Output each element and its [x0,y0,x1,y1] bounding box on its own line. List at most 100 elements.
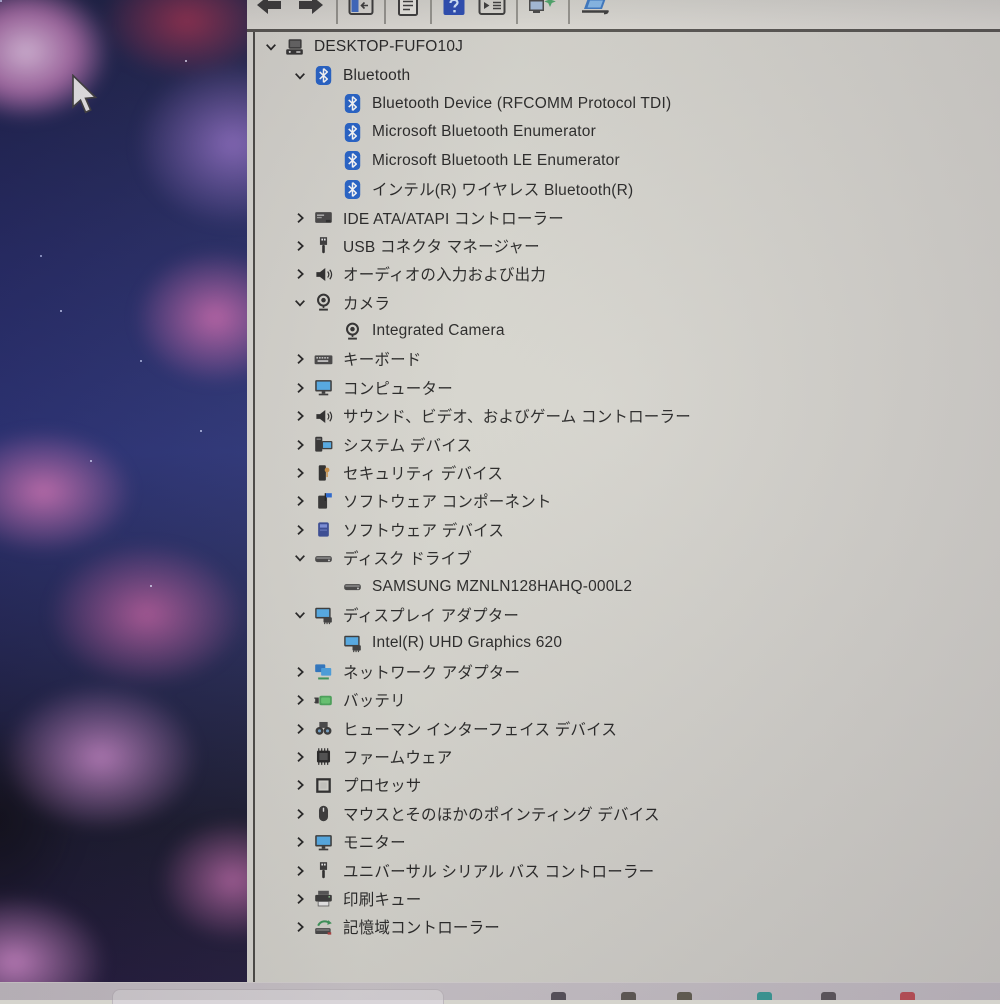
desktop-wallpaper [0,0,247,983]
chevron-down-icon[interactable] [287,551,313,565]
tree-item[interactable]: バッテリ [255,686,1000,714]
tree-item[interactable]: ネットワーク アダプター [255,658,1000,686]
taskbar-app-3[interactable] [677,992,692,1000]
tree-item[interactable]: DESKTOP-FUFO10J [255,33,1000,61]
tree-item-label: ソフトウェア コンポーネント [343,490,552,512]
tree-item[interactable]: Integrated Camera [255,317,1000,345]
monitor-icon [313,833,334,851]
coral-blobs [0,0,247,983]
chevron-right-icon[interactable] [287,409,313,423]
keyboard-icon [313,350,334,368]
chevron-right-icon[interactable] [287,920,313,934]
chevron-right-icon[interactable] [287,807,313,821]
tree-item[interactable]: 印刷キュー [255,885,1000,913]
tree-item[interactable]: ディスプレイ アダプター [255,601,1000,629]
chevron-down-icon[interactable] [287,296,313,310]
tree-item[interactable]: ソフトウェア デバイス [255,516,1000,544]
tree-item[interactable]: 記憶域コントローラー [255,913,1000,941]
tree-item[interactable]: IDE ATA/ATAPI コントローラー [255,203,1000,231]
tree-item[interactable]: Bluetooth [255,61,1000,89]
show-hide-console-tree-button[interactable] [342,0,380,20]
back-button[interactable] [248,0,290,20]
tree-item[interactable]: セキュリティ デバイス [255,459,1000,487]
tree-item[interactable]: カメラ [255,289,1000,317]
taskbar-app-5[interactable] [821,992,836,1000]
chevron-right-icon[interactable] [287,665,313,679]
screen: DESKTOP-FUFO10J Bluetooth Bluetooth Device… [0,0,1000,1000]
tree-item[interactable]: ヒューマン インターフェイス デバイス [255,714,1000,742]
chevron-right-icon[interactable] [287,778,313,792]
chevron-down-icon[interactable] [287,608,313,622]
tree-item-label: ヒューマン インターフェイス デバイス [343,717,617,739]
taskbar-app-4[interactable] [757,992,772,1000]
audio-icon [313,407,334,425]
chevron-right-icon[interactable] [287,267,313,281]
taskbar-search[interactable] [112,989,444,1004]
tree-item[interactable]: Microsoft Bluetooth Enumerator [255,118,1000,146]
forward-button[interactable] [290,0,332,20]
tree-item[interactable]: オーディオの入力および出力 [255,260,1000,288]
tree-item[interactable]: Intel(R) UHD Graphics 620 [255,629,1000,657]
chevron-right-icon[interactable] [287,892,313,906]
tree-item[interactable]: Microsoft Bluetooth LE Enumerator [255,147,1000,175]
scan-hardware-changes-button[interactable] [522,0,564,20]
tree-item-label: カメラ [343,291,390,313]
tree-item[interactable]: USB コネクタ マネージャー [255,232,1000,260]
chevron-right-icon[interactable] [287,381,313,395]
tree-item-label: コンピューター [343,377,453,399]
tree-item[interactable]: インテル(R) ワイヤレス Bluetooth(R) [255,175,1000,203]
tree-item[interactable]: サウンド、ビデオ、およびゲーム コントローラー [255,402,1000,430]
tree-item-label: Bluetooth Device (RFCOMM Protocol TDI) [372,95,671,113]
toolbar-separator [384,0,386,24]
display-adapter-icon [313,606,334,624]
chevron-right-icon[interactable] [287,466,313,480]
taskbar-app-6[interactable] [900,992,915,1000]
taskbar-app-2[interactable] [621,992,636,1000]
show-in-new-window-button[interactable] [472,0,512,20]
chevron-right-icon[interactable] [287,693,313,707]
chevron-right-icon[interactable] [287,239,313,253]
properties-icon [396,0,420,23]
chevron-right-icon[interactable] [287,352,313,366]
help-button[interactable] [436,0,472,20]
tree-item[interactable]: ファームウェア [255,743,1000,771]
tree-item-label: インテル(R) ワイヤレス Bluetooth(R) [372,178,633,200]
tree-item[interactable]: コンピューター [255,374,1000,402]
display-adapter-icon [342,634,363,652]
chevron-down-icon[interactable] [287,69,313,83]
chevron-right-icon[interactable] [287,438,313,452]
chevron-right-icon[interactable] [287,750,313,764]
tree-item[interactable]: キーボード [255,345,1000,373]
usb-icon [313,862,334,880]
chevron-right-icon[interactable] [287,722,313,736]
tree-item[interactable]: ディスク ドライブ [255,544,1000,572]
tree-item-label: ネットワーク アダプター [343,661,520,683]
tree-item[interactable]: プロセッサ [255,771,1000,799]
tree-item[interactable]: SAMSUNG MZNLN128HAHQ-000L2 [255,572,1000,600]
chevron-right-icon[interactable] [287,864,313,878]
tree-item-label: キーボード [343,348,422,370]
tree-item[interactable]: モニター [255,828,1000,856]
tree-item-label: Intel(R) UHD Graphics 620 [372,634,562,652]
tree-item[interactable]: システム デバイス [255,430,1000,458]
tree-item[interactable]: マウスとそのほかのポインティング デバイス [255,800,1000,828]
system-devices-icon [313,436,334,454]
tree-item-label: Bluetooth [343,66,410,84]
tree-item-label: ディスプレイ アダプター [343,604,519,626]
chevron-right-icon[interactable] [287,835,313,849]
chevron-right-icon[interactable] [287,494,313,508]
chevron-right-icon[interactable] [287,523,313,537]
bluetooth-icon [342,95,363,113]
tree-item[interactable]: ソフトウェア コンポーネント [255,487,1000,515]
tree-item[interactable]: Bluetooth Device (RFCOMM Protocol TDI) [255,90,1000,118]
taskbar-app-1[interactable] [551,992,566,1000]
chevron-down-icon[interactable] [258,40,284,54]
chevron-right-icon[interactable] [287,211,313,225]
audio-icon [313,265,334,283]
update-driver-button[interactable] [574,0,620,20]
tree-item-label: SAMSUNG MZNLN128HAHQ-000L2 [372,577,632,595]
tree-item[interactable]: ユニバーサル シリアル バス コントローラー [255,856,1000,884]
processor-icon [313,776,334,794]
properties-button[interactable] [390,0,426,20]
tree-item-label: バッテリ [343,689,406,711]
